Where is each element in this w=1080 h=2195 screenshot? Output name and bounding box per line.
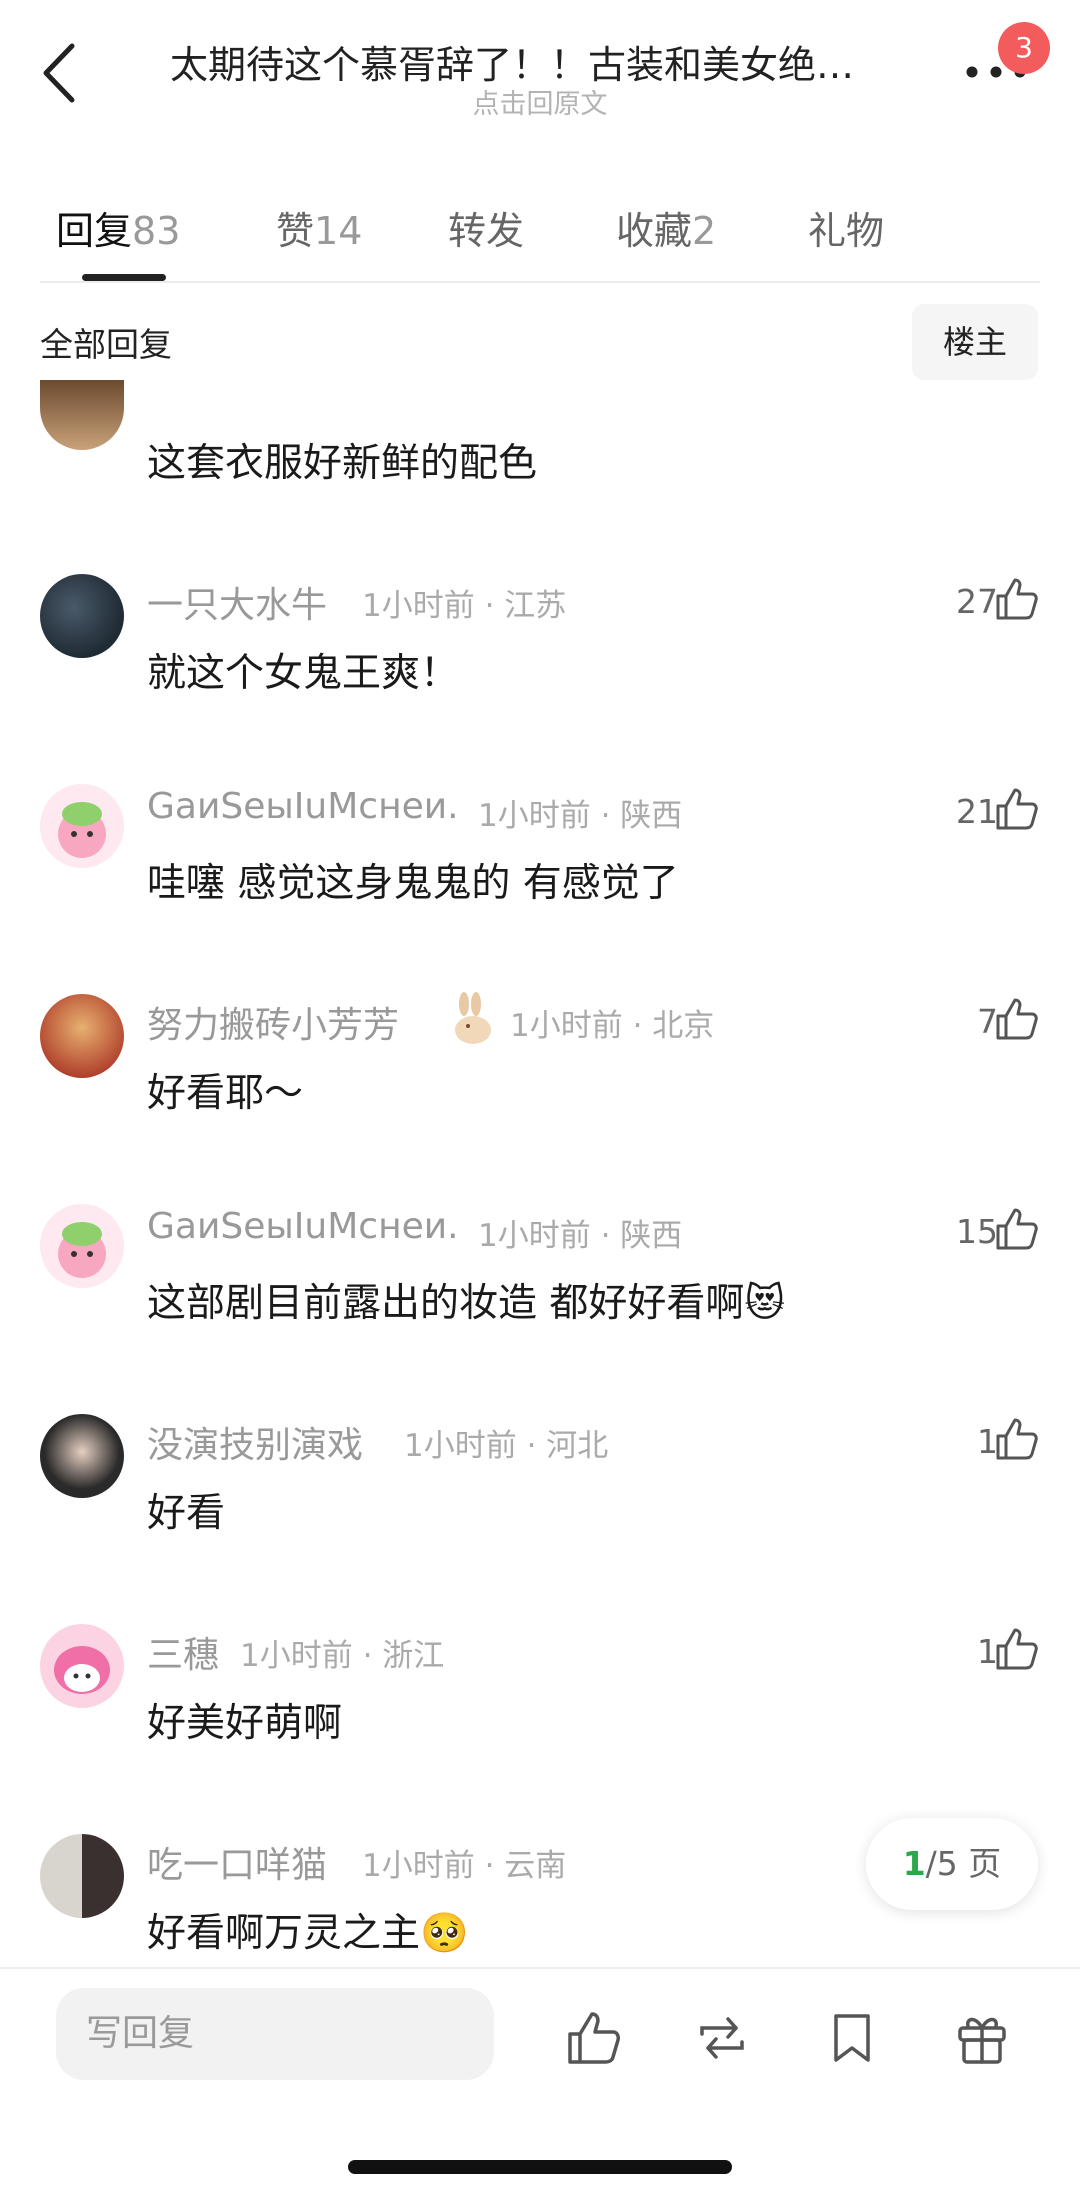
comment-text: 好美好萌啊: [147, 1701, 343, 1746]
pink-character-icon: [58, 1222, 106, 1278]
gift-icon[interactable]: [952, 2008, 1012, 2068]
comment-text: 这部剧目前露出的妆造 都好好看啊😻: [147, 1281, 786, 1326]
tab-replies-label: 回复: [56, 209, 133, 253]
like-count: 27: [956, 582, 998, 621]
user-name[interactable]: 三穗: [147, 1626, 219, 1678]
thumbs-up-icon[interactable]: [994, 1626, 1040, 1672]
view-original-link[interactable]: 点击回原文: [0, 82, 1080, 121]
user-avatar[interactable]: [40, 1834, 124, 1918]
tab-reposts-label: 转发: [448, 209, 525, 253]
rabbit-badge-icon: [455, 992, 491, 1044]
comment-item[interactable]: 一只大水牛 1小时前 · 江苏 27 就这个女鬼王爽！: [0, 572, 1080, 742]
bottom-bar-divider: [0, 1967, 1080, 1969]
comment-text: 这套衣服好新鲜的配色: [147, 441, 538, 486]
user-avatar[interactable]: [40, 574, 124, 658]
thumbs-up-icon[interactable]: [994, 996, 1040, 1042]
comment-item[interactable]: 三穗 1小时前 · 浙江 1 好美好萌啊: [0, 1622, 1080, 1792]
tab-favorites[interactable]: 收藏2: [616, 200, 716, 255]
user-avatar[interactable]: [40, 380, 124, 450]
pink-character-icon: [58, 802, 106, 858]
user-name[interactable]: 一只大水牛: [147, 576, 327, 628]
comment-meta: 1小时前 · 陕西: [478, 1218, 683, 1254]
thumbs-up-icon[interactable]: [994, 1416, 1040, 1462]
tabs-divider: [40, 281, 1040, 283]
comment-text: 就这个女鬼王爽！: [147, 651, 460, 696]
user-avatar[interactable]: [40, 1414, 124, 1498]
top-bar: 太期待这个慕胥辞了！！古装和美女绝… 点击回原文 3: [0, 0, 1080, 140]
comment-meta: 1小时前 · 浙江: [240, 1638, 445, 1674]
page-total: /5 页: [925, 1844, 1002, 1883]
comment-item[interactable]: 这套衣服好新鲜的配色: [0, 380, 1080, 550]
thumbs-up-icon[interactable]: [994, 576, 1040, 622]
owner-filter-button[interactable]: 楼主: [912, 304, 1038, 380]
comment-text: 好看: [147, 1491, 226, 1536]
user-avatar[interactable]: [40, 994, 124, 1078]
comment-item[interactable]: 努力搬砖小芳芳 1小时前 · 北京 7 好看耶～: [0, 992, 1080, 1162]
tab-likes-label: 赞: [276, 209, 315, 253]
tab-likes[interactable]: 赞14: [276, 200, 362, 255]
comment-text: 好看啊万灵之主🥺: [147, 1911, 469, 1956]
reply-input[interactable]: 写回复: [56, 1988, 494, 2080]
tab-replies-count: 83: [132, 209, 181, 253]
page-title[interactable]: 太期待这个慕胥辞了！！古装和美女绝…: [170, 34, 910, 89]
like-count: 15: [956, 1212, 998, 1251]
home-indicator: [348, 2160, 732, 2174]
tab-favorites-count: 2: [692, 209, 717, 253]
comment-item[interactable]: GаиSеыIuМснеи. 1小时前 · 陕西 21 哇噻 感觉这身鬼鬼的 有…: [0, 782, 1080, 952]
user-name[interactable]: GаиSеыIuМснеи.: [147, 1206, 459, 1247]
comment-meta: 1小时前 · 河北: [404, 1428, 609, 1464]
comment-meta: 1小时前 · 云南: [362, 1848, 567, 1884]
tab-reposts[interactable]: 转发: [448, 200, 524, 255]
user-name[interactable]: 没演技别演戏: [147, 1416, 363, 1468]
repost-icon[interactable]: [692, 2008, 752, 2068]
comment-item[interactable]: 没演技别演戏 1小时前 · 河北 1 好看: [0, 1412, 1080, 1582]
comment-item[interactable]: GаиSеыIuМснеи. 1小时前 · 陕西 15 这部剧目前露出的妆造 都…: [0, 1202, 1080, 1372]
comment-meta: 1小时前 · 陕西: [478, 798, 683, 834]
notification-badge: 3: [998, 22, 1050, 74]
like-icon[interactable]: [564, 2008, 624, 2068]
tab-replies[interactable]: 回复83: [56, 200, 180, 255]
user-name[interactable]: 努力搬砖小芳芳: [147, 996, 399, 1048]
thumbs-up-icon[interactable]: [994, 1206, 1040, 1252]
all-replies-title: 全部回复: [40, 325, 172, 364]
comment-meta: 1小时前 · 江苏: [362, 588, 567, 624]
tab-gifts-label: 礼物: [808, 209, 885, 253]
tab-gifts[interactable]: 礼物: [808, 200, 884, 255]
user-avatar[interactable]: [40, 784, 124, 868]
bookmark-icon[interactable]: [822, 2008, 882, 2068]
user-name[interactable]: 吃一口咩猫: [147, 1836, 327, 1888]
active-tab-indicator: [82, 274, 166, 281]
comment-text: 好看耶～: [147, 1071, 304, 1116]
thumbs-up-icon[interactable]: [994, 786, 1040, 832]
like-count: 21: [956, 792, 998, 831]
tab-favorites-label: 收藏: [616, 209, 693, 253]
comment-text: 哇噻 感觉这身鬼鬼的 有感觉了: [147, 861, 679, 906]
current-page: 1: [902, 1844, 926, 1883]
user-avatar[interactable]: [40, 1204, 124, 1288]
user-name[interactable]: GаиSеыIuМснеи.: [147, 786, 459, 827]
page-indicator[interactable]: 1/5 页: [866, 1818, 1038, 1910]
melody-character-icon: [54, 1646, 110, 1694]
user-avatar[interactable]: [40, 1624, 124, 1708]
comment-meta: 1小时前 · 北京: [510, 1008, 715, 1044]
tab-likes-count: 14: [314, 209, 363, 253]
